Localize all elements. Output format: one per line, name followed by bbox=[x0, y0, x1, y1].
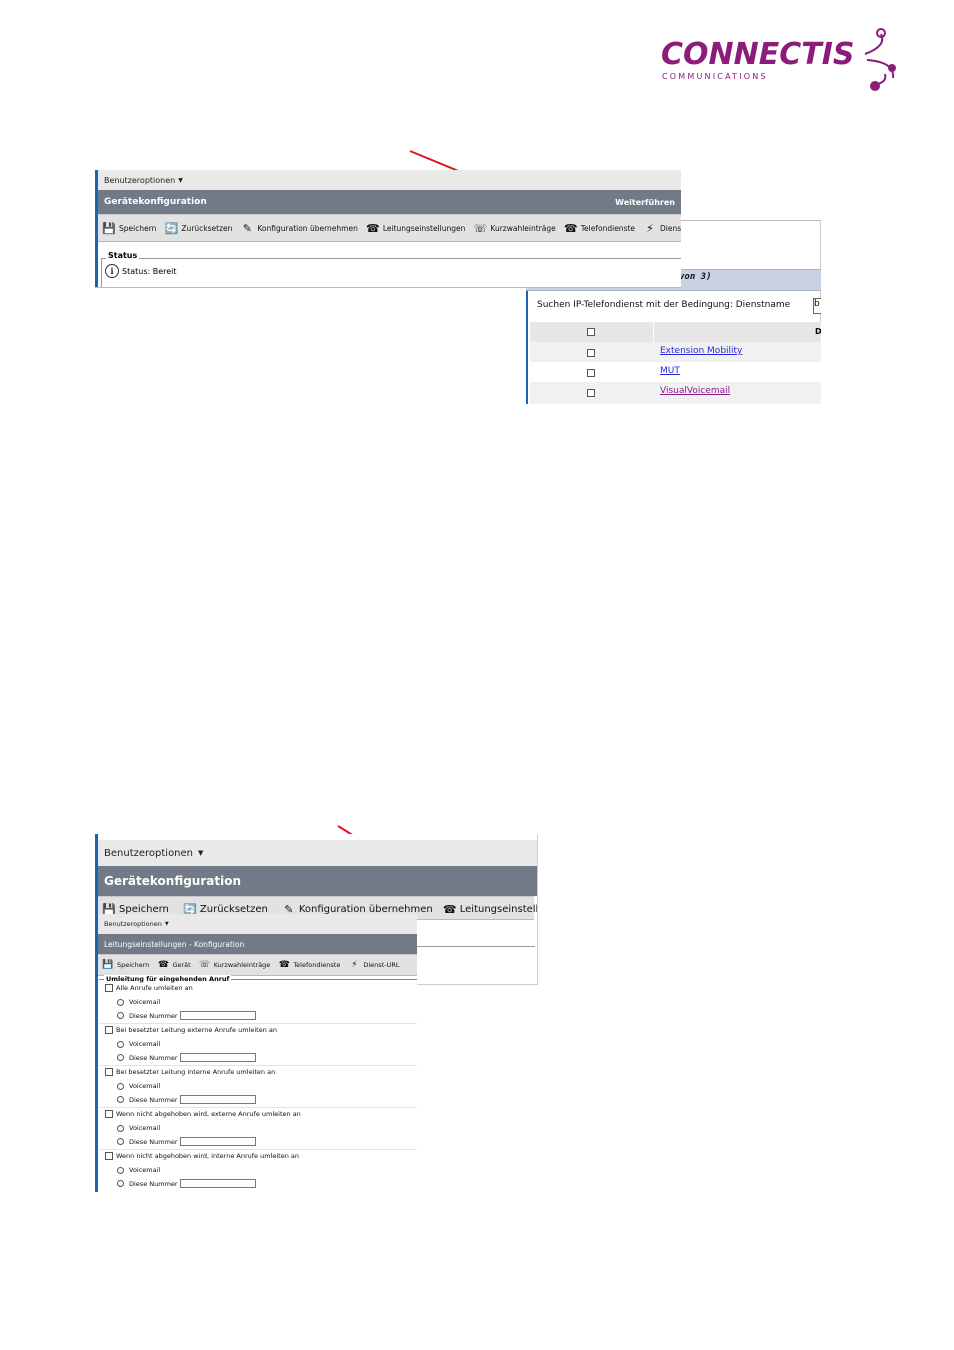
lightning-icon: ⚡ bbox=[351, 960, 358, 970]
speed-dial-button[interactable]: ☏ Kurzwahleinträge bbox=[473, 221, 556, 235]
page-title-bar: Gerätekonfiguration bbox=[98, 866, 537, 896]
pencil-icon: ✎ bbox=[242, 221, 252, 235]
speed-dial-icon: ☏ bbox=[199, 960, 211, 970]
service-url-button[interactable]: ⚡Dienst-URL bbox=[348, 958, 399, 972]
phone-services-button[interactable]: ☎ Telefondienste bbox=[564, 221, 635, 235]
screenshot-leitungseinstellungen: Benutzeroptionen ▼ Leitungseinstellungen … bbox=[95, 914, 417, 1192]
select-all-checkbox[interactable] bbox=[587, 328, 595, 336]
number-radio[interactable] bbox=[117, 1138, 124, 1145]
phone-services-icon: ☎ bbox=[278, 960, 290, 970]
number-radio[interactable] bbox=[117, 1180, 124, 1187]
search-label: Suchen IP-Telefondienst mit der Bedingun… bbox=[537, 300, 791, 310]
page-title: Leitungseinstellungen - Konfiguration bbox=[104, 939, 245, 949]
device-icon: ☎ bbox=[157, 960, 170, 970]
lightning-icon: ⚡ bbox=[646, 221, 654, 235]
service-link[interactable]: VisualVoicemail bbox=[660, 386, 730, 396]
busy-internal-checkbox[interactable] bbox=[105, 1068, 113, 1076]
phone-settings-icon: ☎ bbox=[365, 221, 380, 235]
result-header: von 3) bbox=[679, 272, 712, 282]
forward-all-row: Alle Anrufe umleiten an bbox=[95, 984, 417, 992]
column-header: D bbox=[815, 327, 821, 336]
table-row: VisualVoicemail bbox=[530, 382, 821, 404]
table-header: D bbox=[530, 322, 821, 342]
reset-icon: 🔄 bbox=[164, 221, 179, 235]
chevron-down-icon: ▼ bbox=[178, 176, 183, 184]
voicemail-radio[interactable] bbox=[117, 998, 124, 1006]
page-title-bar: Gerätekonfiguration Weiterführen bbox=[98, 190, 681, 214]
page-title: Gerätekonfiguration bbox=[104, 874, 242, 888]
busy-external-row: Bei besetzter Leitung externe Anrufe uml… bbox=[95, 1026, 417, 1034]
save-button[interactable]: 💾 Speichern bbox=[102, 221, 156, 235]
line-settings-button[interactable]: ☎Leitungseinstellungen bbox=[365, 221, 465, 235]
number-option: Diese Nummer bbox=[95, 1053, 417, 1062]
number-option: Diese Nummer bbox=[95, 1095, 417, 1104]
service-url-button[interactable]: ⚡Dienst-URL bbox=[643, 221, 681, 235]
voicemail-option: Voicemail bbox=[95, 998, 417, 1006]
voicemail-option: Voicemail bbox=[95, 1166, 417, 1174]
user-options-menu[interactable]: Benutzeroptionen ▼ bbox=[98, 914, 417, 934]
number-radio[interactable] bbox=[117, 1096, 124, 1103]
section-legend: Umleitung für eingehenden Anruf bbox=[104, 975, 232, 983]
number-input[interactable] bbox=[179, 1095, 256, 1104]
search-input[interactable]: b bbox=[813, 298, 821, 314]
table-row: MUT bbox=[530, 362, 821, 382]
floppy-icon: 💾 bbox=[102, 960, 114, 970]
busy-internal-row: Bei besetzter Leitung interne Anrufe uml… bbox=[95, 1068, 417, 1076]
status-box bbox=[101, 258, 681, 287]
user-options-menu[interactable]: Benutzeroptionen ▼ bbox=[98, 170, 681, 190]
toolbar: 💾 Speichern ☎ Gerät ☏ Kurzwahleinträge ☎ Tel… bbox=[98, 954, 417, 976]
phone-services-button[interactable]: ☎ Telefondienste bbox=[278, 958, 341, 972]
page-title-bar: Leitungseinstellungen - Konfiguration bbox=[98, 934, 417, 954]
chevron-down-icon: ▼ bbox=[164, 921, 169, 927]
more-link[interactable]: Weiterführen bbox=[615, 198, 675, 207]
reset-button[interactable]: 🔄 Zurücksetzen bbox=[164, 221, 233, 235]
number-option: Diese Nummer bbox=[95, 1137, 417, 1146]
status-line: i Status: Bereit bbox=[105, 264, 177, 278]
line-settings-button[interactable]: ☎Leitungseinstellungen bbox=[442, 902, 537, 916]
toolbar: 💾 Speichern 🔄 Zurücksetzen ✎ Konfiguration … bbox=[98, 214, 681, 242]
speed-dial-button[interactable]: ☏ Kurzwahleinträge bbox=[199, 958, 270, 972]
voicemail-option: Voicemail bbox=[95, 1124, 417, 1132]
voicemail-radio[interactable] bbox=[117, 1166, 124, 1174]
voicemail-radio[interactable] bbox=[117, 1040, 124, 1048]
number-input[interactable] bbox=[179, 1137, 256, 1146]
row-checkbox[interactable] bbox=[587, 349, 595, 357]
save-button[interactable]: 💾 Speichern bbox=[102, 958, 149, 972]
number-option: Diese Nummer bbox=[95, 1011, 417, 1020]
number-option: Diese Nummer bbox=[95, 1179, 417, 1188]
screenshot-geraetekonfiguration: Benutzeroptionen ▼ Gerätekonfiguration We… bbox=[95, 170, 681, 288]
no-answer-internal-checkbox[interactable] bbox=[105, 1152, 113, 1160]
table-row: Extension Mobility bbox=[530, 342, 821, 362]
voicemail-option: Voicemail bbox=[95, 1040, 417, 1048]
info-icon: i bbox=[105, 264, 119, 278]
number-input[interactable] bbox=[179, 1179, 256, 1188]
chevron-down-icon: ▼ bbox=[198, 849, 204, 857]
forward-all-checkbox[interactable] bbox=[105, 984, 113, 992]
voicemail-radio[interactable] bbox=[117, 1082, 124, 1090]
device-button[interactable]: ☎ Gerät bbox=[157, 958, 191, 972]
speed-dial-icon: ☏ bbox=[473, 221, 488, 235]
busy-external-checkbox[interactable] bbox=[105, 1026, 113, 1034]
row-checkbox[interactable] bbox=[587, 369, 595, 377]
apply-config-button[interactable]: ✎ Konfiguration übernehmen bbox=[240, 221, 358, 235]
phone-settings-icon: ☎ bbox=[442, 902, 457, 916]
floppy-icon: 💾 bbox=[102, 221, 116, 235]
no-answer-external-row: Wenn nicht abgehoben wird, externe Anruf… bbox=[95, 1110, 417, 1118]
service-link[interactable]: Extension Mobility bbox=[660, 346, 742, 356]
number-input[interactable] bbox=[179, 1011, 256, 1020]
no-answer-external-checkbox[interactable] bbox=[105, 1110, 113, 1118]
page-title: Gerätekonfiguration bbox=[104, 197, 207, 207]
row-checkbox[interactable] bbox=[587, 389, 595, 397]
voicemail-option: Voicemail bbox=[95, 1082, 417, 1090]
status-legend: Status bbox=[106, 251, 140, 260]
no-answer-internal-row: Wenn nicht abgehoben wird, interne Anruf… bbox=[95, 1152, 417, 1160]
number-radio[interactable] bbox=[117, 1012, 124, 1019]
voicemail-radio[interactable] bbox=[117, 1124, 124, 1132]
number-radio[interactable] bbox=[117, 1054, 124, 1061]
phone-services-icon: ☎ bbox=[563, 221, 578, 235]
service-link[interactable]: MUT bbox=[660, 366, 680, 376]
user-options-menu[interactable]: Benutzeroptionen ▼ bbox=[98, 840, 537, 866]
number-input[interactable] bbox=[179, 1053, 256, 1062]
